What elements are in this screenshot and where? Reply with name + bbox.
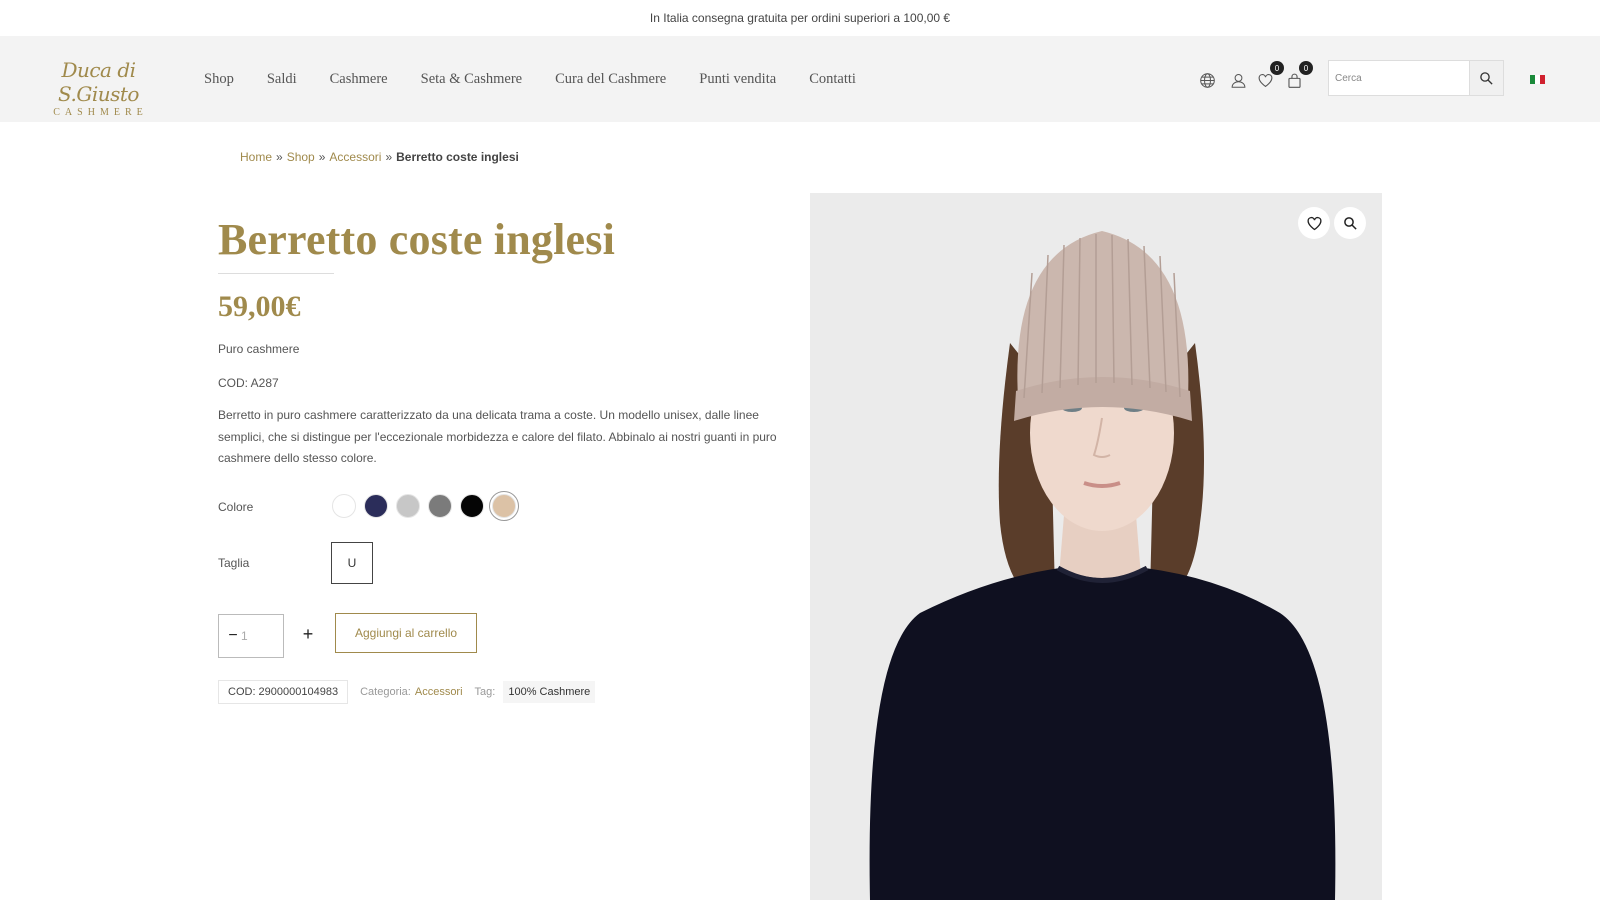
heart-icon	[1257, 72, 1274, 89]
color-swatches	[332, 491, 524, 521]
add-to-wishlist-button[interactable]	[1298, 207, 1330, 239]
tag-label: Tag:	[474, 686, 496, 698]
nav-saldi[interactable]: Saldi	[267, 71, 297, 88]
color-swatch[interactable]	[332, 494, 356, 518]
size-label: Taglia	[218, 556, 250, 570]
cart-button[interactable]: 0	[1285, 61, 1313, 89]
nav-cura-cashmere[interactable]: Cura del Cashmere	[555, 71, 666, 88]
add-to-cart-button[interactable]: Aggiungi al carrello	[335, 613, 477, 653]
nav-shop[interactable]: Shop	[204, 71, 234, 88]
nav-punti-vendita[interactable]: Punti vendita	[699, 71, 776, 88]
sku-code: COD: 2900000104983	[218, 680, 349, 704]
search-icon	[1479, 71, 1494, 86]
promo-bar: In Italia consegna gratuita per ordini s…	[0, 0, 1600, 36]
product-material: Puro cashmere	[218, 342, 300, 356]
heart-icon	[1306, 215, 1323, 232]
product-image[interactable]	[810, 193, 1382, 900]
search-button[interactable]	[1470, 60, 1504, 96]
breadcrumb-separator: »	[385, 150, 393, 164]
breadcrumb-category[interactable]: Accessori	[329, 150, 381, 164]
nav-cashmere[interactable]: Cashmere	[330, 71, 388, 88]
color-swatch[interactable]	[364, 494, 388, 518]
product-meta: COD: 2900000104983 Categoria: Accessori …	[218, 680, 596, 704]
color-swatch[interactable]	[396, 494, 420, 518]
size-option-u[interactable]: U	[331, 542, 373, 584]
logo-subtitle: CASHMERE	[53, 107, 148, 118]
breadcrumb-separator: »	[318, 150, 326, 164]
breadcrumb: Home» Shop» Accessori» Berretto coste ingle…	[240, 150, 519, 164]
promo-text: In Italia consegna gratuita per ordini s…	[649, 11, 951, 25]
product-price: 59,00€	[218, 290, 301, 323]
color-swatch[interactable]	[489, 491, 519, 521]
globe-icon[interactable]	[1198, 71, 1216, 89]
color-swatch[interactable]	[460, 494, 484, 518]
tag-link[interactable]: 100% Cashmere	[503, 681, 596, 703]
product-title: Berretto coste inglesi	[218, 215, 616, 264]
nav-contatti[interactable]: Contatti	[809, 71, 856, 88]
breadcrumb-shop[interactable]: Shop	[287, 150, 315, 164]
user-icon[interactable]	[1229, 71, 1247, 89]
quantity-input[interactable]	[241, 629, 271, 643]
wishlist-count-badge: 0	[1270, 61, 1284, 75]
brand-logo[interactable]: Duca di S.Giusto CASHMERE	[26, 58, 171, 120]
category-link[interactable]: Accessori	[415, 686, 463, 698]
breadcrumb-current: Berretto coste inglesi	[396, 150, 519, 164]
main-nav: Shop Saldi Cashmere Seta & Cashmere Cura…	[204, 36, 889, 122]
zoom-icon	[1343, 216, 1358, 231]
bag-icon	[1286, 72, 1303, 89]
model-photo	[810, 193, 1382, 900]
product-description: Berretto in puro cashmere caratterizzato…	[218, 408, 777, 465]
color-swatch[interactable]	[428, 494, 452, 518]
breadcrumb-home[interactable]: Home	[240, 150, 272, 164]
quantity-stepper: −	[218, 614, 284, 658]
breadcrumb-separator: »	[276, 150, 283, 164]
cart-count-badge: 0	[1299, 61, 1313, 75]
logo-script: Duca di S.Giusto	[58, 58, 139, 106]
quantity-increase-button[interactable]: +	[300, 624, 316, 646]
color-label: Colore	[218, 500, 254, 514]
search-form	[1328, 60, 1504, 96]
wishlist-button[interactable]: 0	[1256, 61, 1284, 89]
quantity-decrease-button[interactable]: −	[219, 627, 241, 645]
title-divider	[218, 273, 334, 274]
search-input[interactable]	[1328, 60, 1470, 96]
italian-flag[interactable]	[1530, 75, 1545, 84]
site-header: Duca di S.Giusto CASHMERE Shop Saldi Cas…	[0, 36, 1600, 122]
category-label: Categoria:	[360, 686, 411, 698]
zoom-button[interactable]	[1334, 207, 1366, 239]
product-code: COD: A287	[218, 376, 279, 390]
nav-seta-cashmere[interactable]: Seta & Cashmere	[421, 71, 522, 88]
